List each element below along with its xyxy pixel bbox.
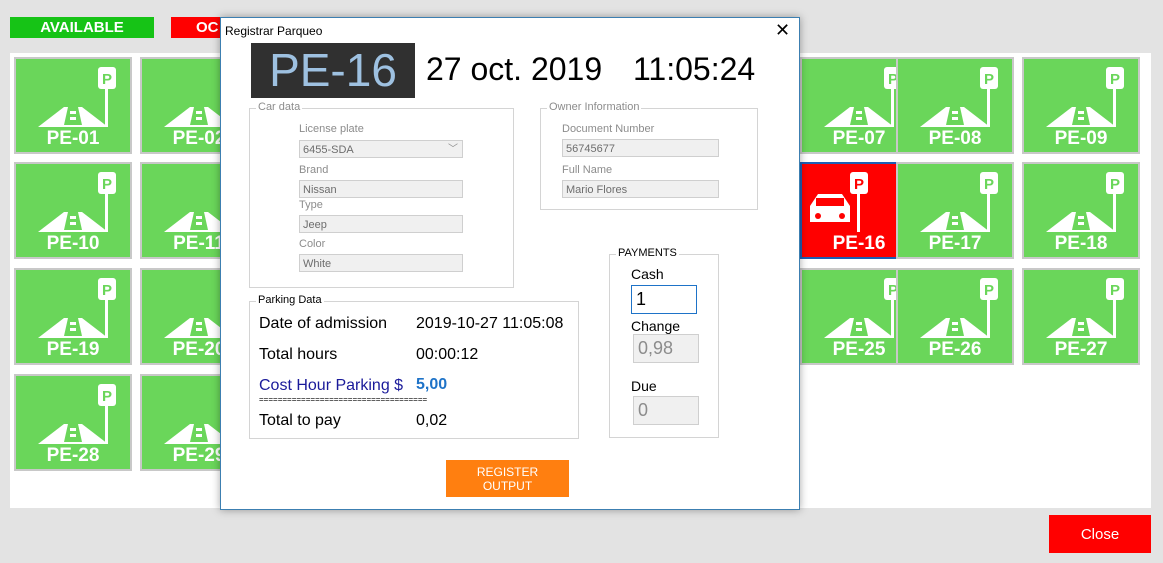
plate-display: PE-16 — [251, 43, 415, 98]
parking-spot-label: PE-10 — [46, 233, 100, 254]
dialog-title: Registrar Parqueo — [225, 24, 323, 38]
cost-hour-label: Cost Hour Parking $ — [259, 377, 404, 394]
document-number-label: Document Number — [562, 123, 655, 135]
svg-text:P: P — [1110, 176, 1120, 193]
change-label: Change — [631, 318, 681, 334]
register-output-button[interactable]: REGISTER OUTPUT — [446, 460, 569, 497]
parking-spot-pe-26[interactable]: P PE-26 — [896, 268, 1014, 365]
cost-hour-value: 5,00 — [416, 376, 448, 393]
owner-info-legend: Owner Information — [547, 101, 642, 113]
svg-text:P: P — [984, 282, 994, 299]
total-pay-value: 0,02 — [416, 412, 448, 429]
register-dialog: Registrar Parqueo ✕ PE-16 27 oct. 2019 1… — [220, 17, 800, 510]
color-field[interactable]: White — [299, 254, 463, 272]
svg-text:P: P — [102, 176, 112, 193]
parking-spot-label: PE-01 — [46, 128, 100, 149]
full-name-field[interactable]: Mario Flores — [562, 180, 719, 198]
total-hours-label: Total hours — [259, 346, 338, 363]
parking-data-group: Parking Data Date of admission 2019-10-2… — [249, 294, 579, 439]
parking-spot-pe-18[interactable]: P PE-18 — [1022, 162, 1140, 259]
dialog-close-icon[interactable]: ✕ — [775, 21, 790, 39]
payments-legend: PAYMENTS — [616, 247, 679, 259]
parking-spot-pe-08[interactable]: P PE-08 — [896, 57, 1014, 154]
parking-spot-label: PE-19 — [46, 339, 100, 360]
close-button[interactable]: Close — [1049, 515, 1151, 553]
parking-spot-pe-28[interactable]: P PE-28 — [14, 374, 132, 471]
svg-text:P: P — [1110, 71, 1120, 88]
svg-text:P: P — [984, 71, 994, 88]
full-name-label: Full Name — [562, 164, 613, 176]
total-hours-value: 00:00:12 — [416, 346, 479, 363]
svg-text:P: P — [102, 282, 112, 299]
parking-spot-label: PE-26 — [928, 339, 982, 360]
chevron-down-icon: ﹀ — [448, 144, 458, 155]
parking-spot-pe-19[interactable]: P PE-19 — [14, 268, 132, 365]
cash-label: Cash — [631, 266, 664, 282]
license-plate-value: 6455-SDA — [303, 144, 354, 156]
parking-spot-pe-17[interactable]: P PE-17 — [896, 162, 1014, 259]
parking-spot-label: PE-08 — [928, 128, 982, 149]
due-field[interactable]: 0 — [633, 396, 699, 425]
admission-label: Date of admission — [259, 315, 388, 332]
svg-text:P: P — [854, 176, 864, 193]
parking-spot-pe-10[interactable]: P PE-10 — [14, 162, 132, 259]
type-field[interactable]: Jeep — [299, 215, 463, 233]
svg-text:P: P — [1110, 282, 1120, 299]
svg-text:P: P — [102, 71, 112, 88]
license-plate-label: License plate — [299, 123, 364, 135]
parking-spot-label: PE-28 — [46, 445, 100, 466]
parking-spot-label: PE-17 — [928, 233, 982, 254]
parking-spot-pe-01[interactable]: P PE-01 — [14, 57, 132, 154]
due-label: Due — [631, 378, 657, 394]
legend-available: AVAILABLE — [10, 17, 154, 38]
owner-info-group: Owner Information Document Number 567456… — [540, 101, 758, 210]
parking-data-legend: Parking Data — [256, 294, 324, 306]
date-display: 27 oct. 2019 — [426, 51, 603, 87]
separator-line: ==================================== — [259, 395, 428, 404]
time-display: 11:05:24 — [633, 51, 756, 87]
car-data-legend: Car data — [256, 101, 303, 113]
parking-spot-pe-09[interactable]: P PE-09 — [1022, 57, 1140, 154]
admission-value: 2019-10-27 11:05:08 — [416, 315, 564, 332]
parking-spot-pe-27[interactable]: P PE-27 — [1022, 268, 1140, 365]
document-number-field[interactable]: 56745677 — [562, 139, 719, 157]
payments-group: PAYMENTS Cash 1 Change 0,98 Due 0 — [609, 247, 719, 438]
svg-text:P: P — [984, 176, 994, 193]
type-label: Type — [299, 199, 323, 211]
license-plate-select[interactable]: 6455-SDA ﹀ — [299, 140, 463, 158]
car-data-group: Car data License plate 6455-SDA ﹀ Brand … — [249, 101, 514, 288]
cash-input[interactable]: 1 — [631, 285, 697, 314]
brand-field[interactable]: Nissan — [299, 180, 463, 198]
parking-spot-label: PE-27 — [1054, 339, 1108, 360]
change-field[interactable]: 0,98 — [633, 334, 699, 363]
parking-spot-label: PE-18 — [1054, 233, 1108, 254]
svg-text:P: P — [102, 388, 112, 405]
brand-label: Brand — [299, 164, 329, 176]
total-pay-label: Total to pay — [259, 412, 341, 429]
parking-spot-label: PE-09 — [1054, 128, 1108, 149]
color-label: Color — [299, 238, 326, 250]
